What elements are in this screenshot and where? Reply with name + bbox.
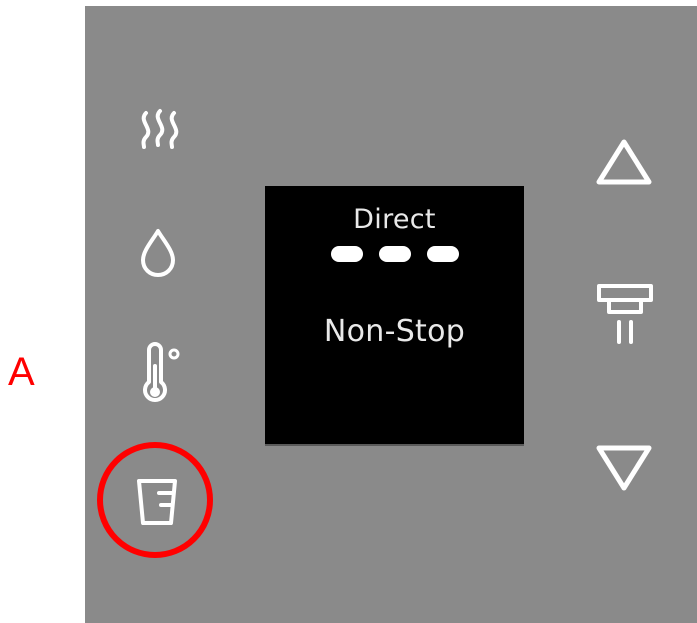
- cup-volume-button[interactable]: [125, 471, 189, 533]
- level-indicator: [265, 246, 524, 262]
- cup-icon: [137, 479, 177, 525]
- thermometer-icon: [143, 342, 180, 402]
- hot-water-button[interactable]: [130, 222, 186, 284]
- level-bar: [426, 246, 459, 262]
- water-drop-icon: [141, 229, 175, 277]
- decrease-button[interactable]: [590, 438, 658, 498]
- level-bar: [330, 246, 363, 262]
- arrow-down-icon: [596, 445, 652, 491]
- dispenser-icon: [597, 284, 653, 344]
- mode-text: Direct: [353, 204, 436, 235]
- level-bar: [378, 246, 411, 262]
- steam-button[interactable]: [125, 104, 195, 154]
- control-panel: Direct Non-Stop: [85, 6, 697, 623]
- arrow-up-icon: [596, 139, 652, 185]
- dispense-button[interactable]: [590, 278, 658, 348]
- increase-button[interactable]: [590, 132, 658, 192]
- lcd-display: Direct Non-Stop: [265, 186, 524, 446]
- temperature-button[interactable]: [130, 340, 190, 410]
- steam-icon: [141, 109, 179, 149]
- volume-text: Non-Stop: [323, 314, 466, 349]
- annotation-label-a: A: [8, 350, 35, 394]
- screenshot-canvas: A Direct Non-Stop: [0, 0, 697, 623]
